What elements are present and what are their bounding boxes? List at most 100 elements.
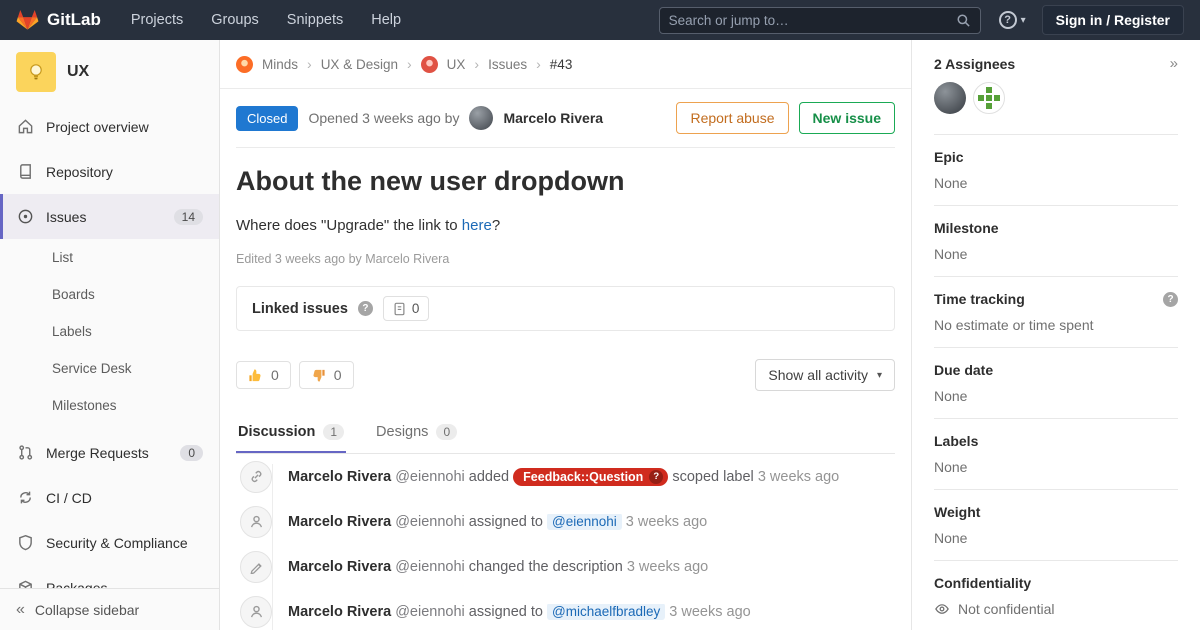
new-issue-button[interactable]: New issue — [799, 102, 895, 134]
sidebar-subitem-service-desk[interactable]: Service Desk — [0, 350, 219, 387]
sign-in-button[interactable]: Sign in / Register — [1042, 5, 1184, 35]
pencil-icon — [240, 551, 272, 583]
note-time[interactable]: 3 weeks ago — [627, 559, 708, 575]
double-chevron-right-icon[interactable]: » — [1170, 55, 1178, 72]
section-title: Weight — [934, 504, 1178, 520]
sidebar-item-merge-requests[interactable]: Merge Requests 0 — [0, 430, 219, 475]
sidebar-item-project-overview[interactable]: Project overview — [0, 104, 219, 149]
note-handle: @eiennohi — [395, 604, 465, 620]
help-icon[interactable]: ? — [1163, 292, 1178, 307]
note-action-suffix: scoped label — [672, 468, 753, 484]
author-avatar[interactable] — [469, 106, 493, 130]
issue-sidebar: 2 Assignees » Epic None Milestone None T… — [911, 40, 1200, 630]
sidebar-item-ci-cd[interactable]: CI / CD — [0, 475, 219, 520]
system-note: Marcelo Rivera @eiennohi assigned to @ei… — [236, 499, 895, 544]
note-action: changed the description — [469, 559, 623, 575]
note-action: assigned to — [469, 514, 543, 530]
section-title: Labels — [934, 433, 1178, 449]
issue-main: Minds › UX & Design › UX › Issues › #43 … — [220, 40, 911, 630]
tab-discussion[interactable]: Discussion 1 — [236, 411, 346, 453]
project-name: UX — [67, 63, 89, 81]
tab-count: 0 — [436, 424, 457, 440]
chevron-down-icon: ▾ — [1021, 15, 1026, 26]
thumbs-up-button[interactable]: 0 — [236, 361, 291, 389]
sidebar-item-repository[interactable]: Repository — [0, 149, 219, 194]
breadcrumb-group[interactable]: Minds — [262, 57, 298, 72]
discussion-notes: Marcelo Rivera @eiennohi added Feedback:… — [236, 454, 895, 630]
sidebar-section-epic: Epic None — [934, 135, 1178, 206]
issue-status-row: Closed Opened 3 weeks ago by Marcelo Riv… — [236, 89, 895, 148]
sidebar-subitem-boards[interactable]: Boards — [0, 276, 219, 313]
description-link[interactable]: here — [462, 217, 492, 234]
help-icon[interactable]: ? — [358, 301, 373, 316]
sidebar-subitem-milestones[interactable]: Milestones — [0, 387, 219, 424]
collapse-sidebar-label: Collapse sidebar — [35, 602, 139, 618]
author-name[interactable]: Marcelo Rivera — [503, 110, 603, 126]
tab-label: Discussion — [238, 424, 315, 440]
search-input[interactable] — [669, 13, 956, 28]
section-title: Time tracking — [934, 291, 1025, 307]
sidebar-subitem-list[interactable]: List — [0, 239, 219, 276]
sidebar-subitem-labels[interactable]: Labels — [0, 313, 219, 350]
sidebar-item-label: Security & Compliance — [46, 535, 188, 551]
mention-link[interactable]: @michaelfbradley — [547, 604, 665, 620]
sidebar-item-label: Merge Requests — [46, 445, 149, 461]
assignee-avatar[interactable] — [934, 82, 966, 114]
issue-tabs: Discussion 1 Designs 0 — [236, 411, 895, 454]
system-note: Marcelo Rivera @eiennohi assigned to @mi… — [236, 589, 895, 630]
note-author[interactable]: Marcelo Rivera — [288, 604, 391, 620]
breadcrumb-issues[interactable]: Issues — [488, 57, 527, 72]
sidebar-item-security-compliance[interactable]: Security & Compliance — [0, 520, 219, 565]
assignee-avatar[interactable] — [973, 82, 1005, 114]
sidebar-item-label: Repository — [46, 164, 113, 180]
awards-row: 0 0 Show all activity ▾ — [236, 359, 895, 391]
mention-link[interactable]: @eiennohi — [547, 514, 622, 530]
nav-help[interactable]: Help — [371, 12, 401, 28]
collapse-sidebar-button[interactable]: « Collapse sidebar — [0, 588, 219, 630]
note-time[interactable]: 3 weeks ago — [626, 514, 707, 530]
sidebar-item-issues[interactable]: Issues 14 — [0, 194, 219, 239]
section-value: None — [934, 175, 1178, 191]
note-action: added — [469, 468, 509, 484]
issue-description: Where does "Upgrade" the link to here? — [236, 217, 895, 234]
breadcrumb-separator: › — [307, 56, 312, 72]
issues-icon — [16, 208, 34, 225]
sidebar-item-label: CI / CD — [46, 490, 92, 506]
thumbs-up-icon — [248, 368, 263, 383]
search-box[interactable] — [659, 7, 981, 34]
note-time[interactable]: 3 weeks ago — [669, 604, 750, 620]
linked-issues-count[interactable]: 0 — [383, 296, 430, 321]
help-dropdown[interactable]: ? ▾ — [999, 11, 1026, 29]
tab-count: 1 — [323, 424, 344, 440]
sidebar-section-labels: Labels None — [934, 419, 1178, 490]
breadcrumb-subgroup[interactable]: UX & Design — [321, 57, 398, 72]
breadcrumb-project[interactable]: UX — [447, 57, 466, 72]
thumbs-down-button[interactable]: 0 — [299, 361, 354, 389]
search-icon — [956, 13, 971, 28]
scoped-label[interactable]: Feedback::Question? — [513, 468, 668, 486]
activity-filter-dropdown[interactable]: Show all activity ▾ — [755, 359, 895, 391]
eye-icon — [934, 602, 950, 616]
nav-projects[interactable]: Projects — [131, 12, 183, 28]
note-author[interactable]: Marcelo Rivera — [288, 559, 391, 575]
shield-icon — [16, 534, 34, 551]
tab-designs[interactable]: Designs 0 — [374, 411, 459, 453]
issue-content: Closed Opened 3 weeks ago by Marcelo Riv… — [220, 89, 911, 630]
note-time[interactable]: 3 weeks ago — [758, 468, 839, 484]
section-value: None — [934, 459, 1178, 475]
project-avatar — [421, 56, 438, 73]
report-abuse-button[interactable]: Report abuse — [676, 102, 788, 134]
breadcrumb-separator: › — [536, 56, 541, 72]
top-navbar: GitLab Projects Groups Snippets Help ? ▾… — [0, 0, 1200, 40]
breadcrumb: Minds › UX & Design › UX › Issues › #43 — [220, 40, 911, 89]
project-context[interactable]: UX — [0, 40, 219, 104]
nav-snippets[interactable]: Snippets — [287, 12, 343, 28]
note-author[interactable]: Marcelo Rivera — [288, 468, 391, 484]
note-handle: @eiennohi — [395, 468, 465, 484]
note-author[interactable]: Marcelo Rivera — [288, 514, 391, 530]
section-value: None — [934, 388, 1178, 404]
nav-groups[interactable]: Groups — [211, 12, 259, 28]
gitlab-logo[interactable]: GitLab — [16, 9, 101, 31]
breadcrumb-separator: › — [474, 56, 479, 72]
home-icon — [16, 118, 34, 135]
